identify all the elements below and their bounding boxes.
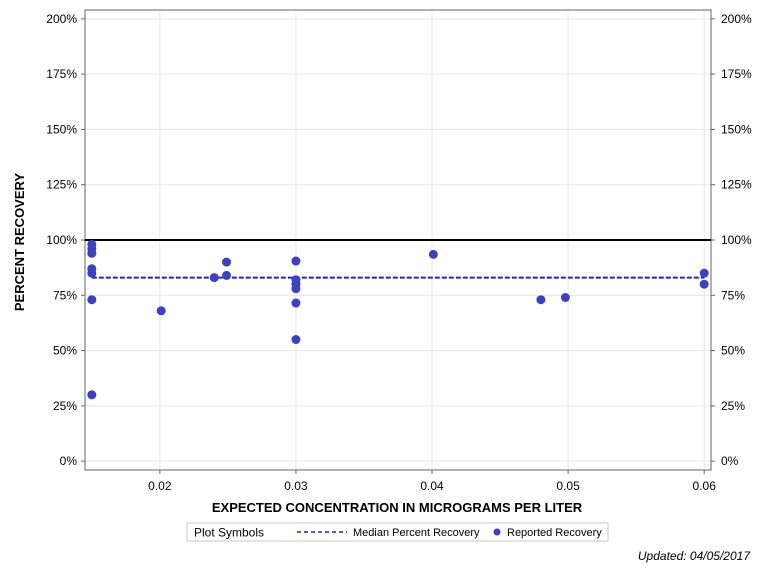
data-point: [87, 268, 97, 278]
data-point: [156, 306, 166, 316]
y-axis-label: PERCENT RECOVERY: [12, 173, 27, 312]
axis-layer: 0% 0% 25% 25% 50% 50% 75% 75% 100% 100% 125% 125% 15…: [46, 9, 752, 493]
y-tick-label-right: 25%: [721, 399, 745, 413]
y-tick-label-right: 75%: [721, 288, 745, 302]
legend: Plot Symbols Median Percent Recovery Rep…: [186, 522, 609, 542]
data-point: [536, 295, 546, 305]
data-point: [222, 270, 232, 280]
data-point: [560, 293, 570, 302]
data-point: [699, 279, 709, 289]
y-tick-label-right: 125%: [721, 178, 752, 192]
data-point: [87, 390, 97, 400]
series-layer: [85, 239, 711, 400]
data-point: [87, 248, 97, 258]
y-tick-label-left: 125%: [46, 178, 77, 192]
y-tick-label-left: 25%: [53, 399, 77, 413]
y-tick-label-right: 150%: [721, 122, 752, 136]
x-axis-label: EXPECTED CONCENTRATION IN MICROGRAMS PER…: [212, 500, 583, 515]
x-tick-label: 0.06: [693, 479, 717, 493]
data-point: [291, 298, 301, 308]
data-point: [87, 295, 97, 305]
data-point: [291, 256, 301, 266]
data-point: [428, 249, 438, 259]
legend-reported-label: Reported Recovery: [507, 527, 602, 539]
x-tick-label: 0.02: [148, 479, 172, 493]
chart: 0% 0% 25% 25% 50% 50% 75% 75% 100% 100% 125% 125% 15…: [0, 0, 768, 576]
y-tick-label-right: 200%: [721, 12, 752, 26]
legend-title: Plot Symbols: [194, 526, 264, 540]
data-point: [209, 273, 219, 283]
data-point: [222, 257, 232, 267]
x-tick-label: 0.04: [420, 479, 444, 493]
y-tick-label-left: 100%: [46, 233, 77, 247]
y-tick-label-right: 175%: [721, 67, 752, 81]
y-tick-label-left: 200%: [46, 12, 77, 26]
data-point: [699, 268, 709, 278]
y-tick-label-left: 50%: [53, 344, 77, 358]
y-tick-label-left: 150%: [46, 122, 77, 136]
data-point: [291, 335, 301, 345]
data-point: [291, 284, 301, 294]
updated-note: Updated: 04/05/2017: [638, 549, 751, 563]
y-tick-label-right: 0%: [721, 454, 739, 468]
chart-svg: 0% 0% 25% 25% 50% 50% 75% 75% 100% 100% 125% 125% 15…: [12, 9, 752, 563]
x-tick-label: 0.05: [556, 479, 580, 493]
y-tick-label-left: 75%: [53, 288, 77, 302]
legend-median-label: Median Percent Recovery: [353, 527, 480, 539]
y-tick-label-left: 175%: [46, 67, 77, 81]
y-tick-label-right: 100%: [721, 233, 752, 247]
y-tick-label-right: 50%: [721, 344, 745, 358]
y-tick-label-left: 0%: [60, 454, 78, 468]
legend-reported-swatch: [493, 528, 501, 536]
x-tick-label: 0.03: [284, 479, 308, 493]
